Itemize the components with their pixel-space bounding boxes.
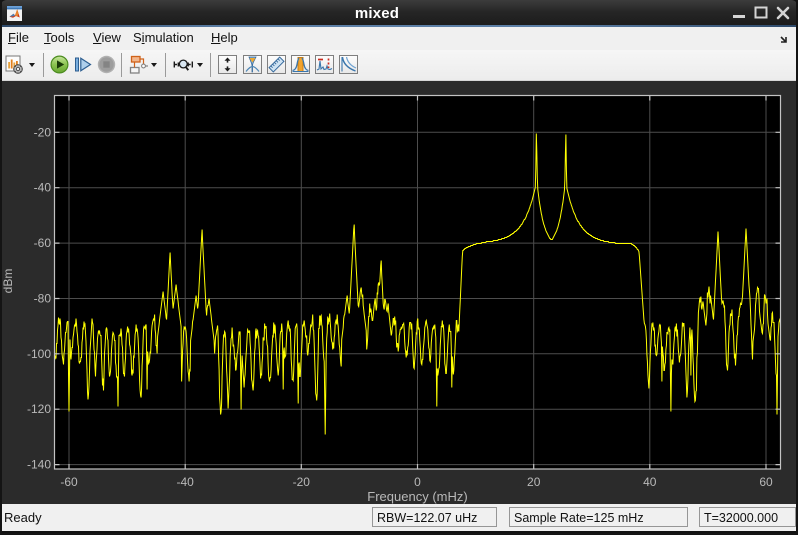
svg-text:-120: -120 bbox=[27, 402, 51, 416]
svg-text:dBm: dBm bbox=[1, 269, 15, 294]
svg-text:-80: -80 bbox=[34, 292, 52, 306]
svg-text:0: 0 bbox=[414, 475, 421, 489]
svg-text:-140: -140 bbox=[27, 458, 51, 472]
svg-text:-100: -100 bbox=[27, 347, 51, 361]
svg-text:-20: -20 bbox=[293, 475, 311, 489]
svg-text:20: 20 bbox=[527, 475, 541, 489]
svg-text:-60: -60 bbox=[60, 475, 78, 489]
svg-text:-40: -40 bbox=[34, 181, 52, 195]
svg-text:40: 40 bbox=[643, 475, 657, 489]
svg-text:60: 60 bbox=[759, 475, 773, 489]
svg-text:-40: -40 bbox=[177, 475, 195, 489]
svg-text:-20: -20 bbox=[34, 125, 52, 139]
svg-text:-60: -60 bbox=[34, 236, 52, 250]
svg-text:Frequency (mHz): Frequency (mHz) bbox=[367, 489, 467, 504]
